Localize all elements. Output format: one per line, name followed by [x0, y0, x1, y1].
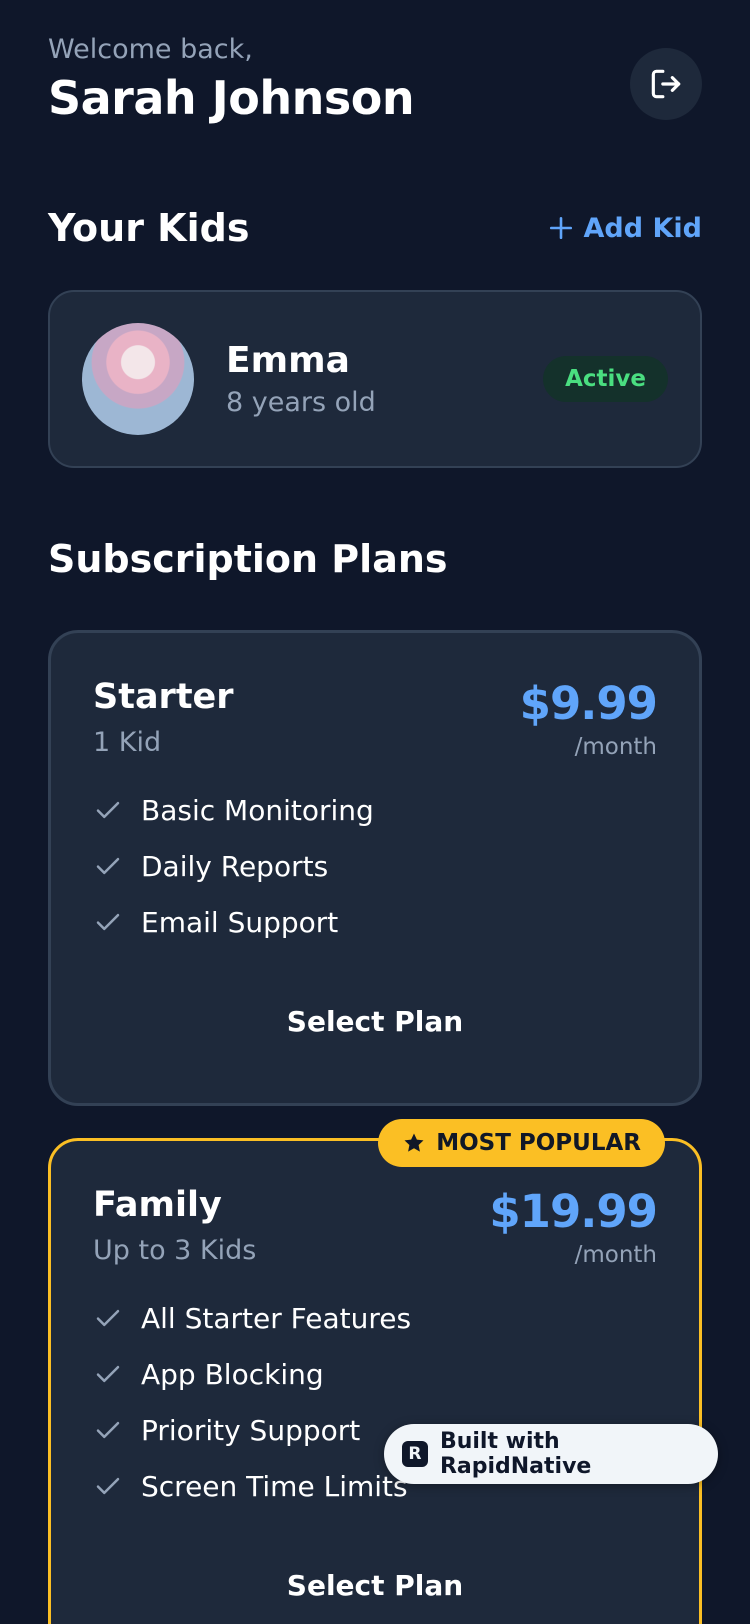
rapidnative-logo-icon: R: [402, 1441, 428, 1467]
plan-title-block: Family Up to 3 Kids: [93, 1185, 256, 1266]
kid-info: Emma 8 years old: [226, 340, 543, 418]
add-kid-label: Add Kid: [583, 212, 702, 244]
plan-subtitle: Up to 3 Kids: [93, 1235, 257, 1266]
user-name: Sarah Johnson: [48, 71, 415, 125]
plan-header: Family Up to 3 Kids $19.99 /month: [93, 1185, 658, 1268]
check-icon: [96, 1421, 120, 1439]
logout-icon: [651, 69, 681, 99]
plan-header: Starter 1 Kid $9.99 /month: [93, 677, 658, 760]
plan-name: Family: [93, 1185, 222, 1225]
logout-button[interactable]: [630, 48, 702, 120]
built-with-rapidnative-badge[interactable]: R Built with RapidNative: [384, 1424, 718, 1484]
feature-label: App Blocking: [141, 1357, 324, 1391]
plan-period: /month: [574, 734, 657, 760]
price-block: $19.99 /month: [489, 1185, 658, 1268]
feature-label: All Starter Features: [141, 1301, 412, 1335]
most-popular-badge: MOST POPULAR: [378, 1119, 665, 1167]
plan-card-starter: Starter 1 Kid $9.99 /month Basic Monitor…: [48, 630, 702, 1106]
select-plan-button-family[interactable]: Select Plan: [93, 1556, 657, 1616]
plan-price: $9.99: [519, 677, 658, 730]
plan-name: Starter: [93, 677, 234, 717]
kid-card[interactable]: Emma 8 years old Active: [48, 290, 702, 468]
status-badge: Active: [543, 356, 668, 402]
feature-item: All Starter Features: [93, 1290, 657, 1346]
plan-price: $19.99: [489, 1185, 658, 1238]
check-icon: [96, 1477, 120, 1495]
kids-section-title: Your Kids: [48, 206, 250, 250]
kid-age: 8 years old: [226, 387, 376, 418]
feature-item: Basic Monitoring: [93, 782, 657, 838]
feature-label: Priority Support: [141, 1413, 361, 1447]
feature-item: App Blocking: [93, 1346, 657, 1402]
select-plan-button-starter[interactable]: Select Plan: [93, 992, 657, 1052]
kid-name: Emma: [226, 340, 350, 381]
feature-label: Daily Reports: [141, 849, 329, 883]
kid-avatar: [82, 323, 194, 435]
feature-label: Screen Time Limits: [141, 1469, 408, 1503]
welcome-text: Welcome back,: [48, 34, 253, 65]
star-icon: [404, 1133, 424, 1152]
add-kid-button[interactable]: Add Kid: [548, 213, 702, 244]
plan-period: /month: [574, 1242, 657, 1268]
feature-item: Daily Reports: [93, 838, 657, 894]
badge-label: MOST POPULAR: [436, 1130, 641, 1156]
feature-item: Email Support: [93, 894, 657, 950]
header: Welcome back, Sarah Johnson: [48, 0, 702, 180]
plan-subtitle: 1 Kid: [93, 727, 162, 758]
check-icon: [96, 857, 120, 875]
kids-section-header: Your Kids Add Kid: [48, 180, 702, 276]
check-icon: [96, 1365, 120, 1383]
feature-list: Basic Monitoring Daily Reports Email Sup…: [93, 782, 657, 950]
built-with-label: Built with RapidNative: [439, 1429, 592, 1479]
check-icon: [96, 801, 120, 819]
feature-label: Basic Monitoring: [141, 793, 374, 827]
price-block: $9.99 /month: [519, 677, 658, 760]
plans-section-title: Subscription Plans: [48, 537, 448, 581]
dashboard-screen: Welcome back, Sarah Johnson Your Kids Ad…: [0, 0, 750, 1624]
plus-icon: [549, 216, 572, 240]
check-icon: [96, 1309, 120, 1327]
plan-card-family: MOST POPULAR Family Up to 3 Kids $19.99 …: [48, 1119, 702, 1624]
check-icon: [96, 913, 120, 931]
feature-label: Email Support: [141, 905, 339, 939]
plan-title-block: Starter 1 Kid: [93, 677, 234, 758]
